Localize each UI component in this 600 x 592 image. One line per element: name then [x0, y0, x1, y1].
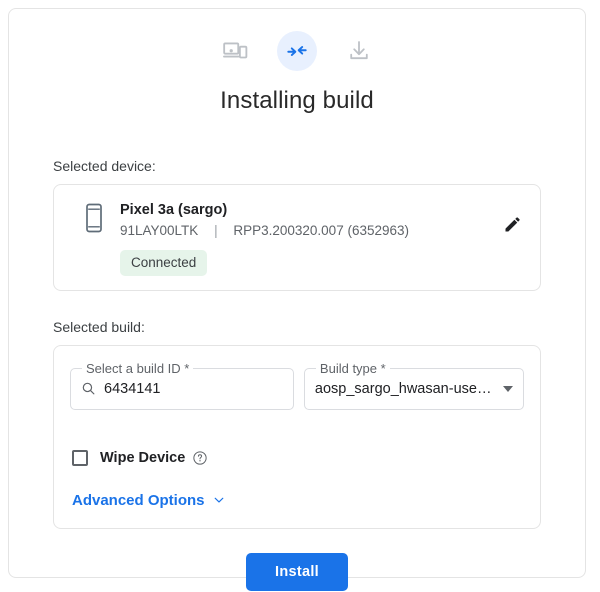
download-icon [347, 39, 371, 63]
device-serial: 91LAY00LTK [120, 223, 198, 238]
page-title: Installing build [9, 87, 585, 115]
build-type-select[interactable]: Build type * aosp_sargo_hwasan-user… [304, 368, 524, 410]
selected-build-label: Selected build: [9, 319, 585, 335]
build-id-value: 6434141 [104, 381, 160, 397]
build-id-label: Select a build ID * [82, 361, 193, 377]
download-step[interactable] [339, 31, 379, 71]
search-icon [81, 381, 96, 396]
installing-build-step[interactable] [277, 31, 317, 71]
wipe-device-checkbox[interactable] [72, 450, 88, 466]
device-name: Pixel 3a (sargo) [120, 201, 526, 221]
wipe-device-label: Wipe Device [100, 450, 185, 466]
advanced-options-toggle[interactable]: Advanced Options [70, 492, 226, 509]
help-circle-icon[interactable] [192, 450, 208, 466]
chevron-down-icon [212, 493, 226, 507]
install-button[interactable]: Install [246, 553, 348, 591]
select-device-step[interactable] [215, 31, 255, 71]
chevron-down-icon[interactable] [503, 386, 513, 392]
build-id-input[interactable]: Select a build ID * 6434141 [70, 368, 294, 410]
status-badge: Connected [120, 250, 207, 276]
device-build-number: RPP3.200320.007 (6352963) [233, 223, 409, 238]
advanced-options-label: Advanced Options [72, 492, 205, 509]
devices-icon [222, 38, 248, 64]
build-type-label: Build type * [316, 361, 390, 377]
selected-device-card: Pixel 3a (sargo) 91LAY00LTK | RPP3.20032… [53, 184, 541, 291]
stepper [9, 9, 585, 71]
phone-icon [68, 201, 120, 233]
edit-device-button[interactable] [500, 213, 526, 239]
compress-arrows-icon [286, 40, 308, 62]
build-fields-row: Select a build ID * 6434141 Build type *… [70, 368, 524, 410]
selected-device-label: Selected device: [9, 158, 585, 174]
device-meta-separator: | [202, 223, 230, 238]
actions-row: Install [9, 553, 585, 591]
device-info: Pixel 3a (sargo) 91LAY00LTK | RPP3.20032… [120, 201, 526, 276]
wipe-device-row: Wipe Device [70, 450, 524, 466]
selected-build-card: Select a build ID * 6434141 Build type *… [53, 345, 541, 529]
build-type-value: aosp_sargo_hwasan-user… [315, 381, 493, 397]
pencil-icon [503, 214, 523, 239]
device-meta: 91LAY00LTK | RPP3.200320.007 (6352963) [120, 223, 526, 238]
installer-card: Installing build Selected device: Pixel … [8, 8, 586, 578]
